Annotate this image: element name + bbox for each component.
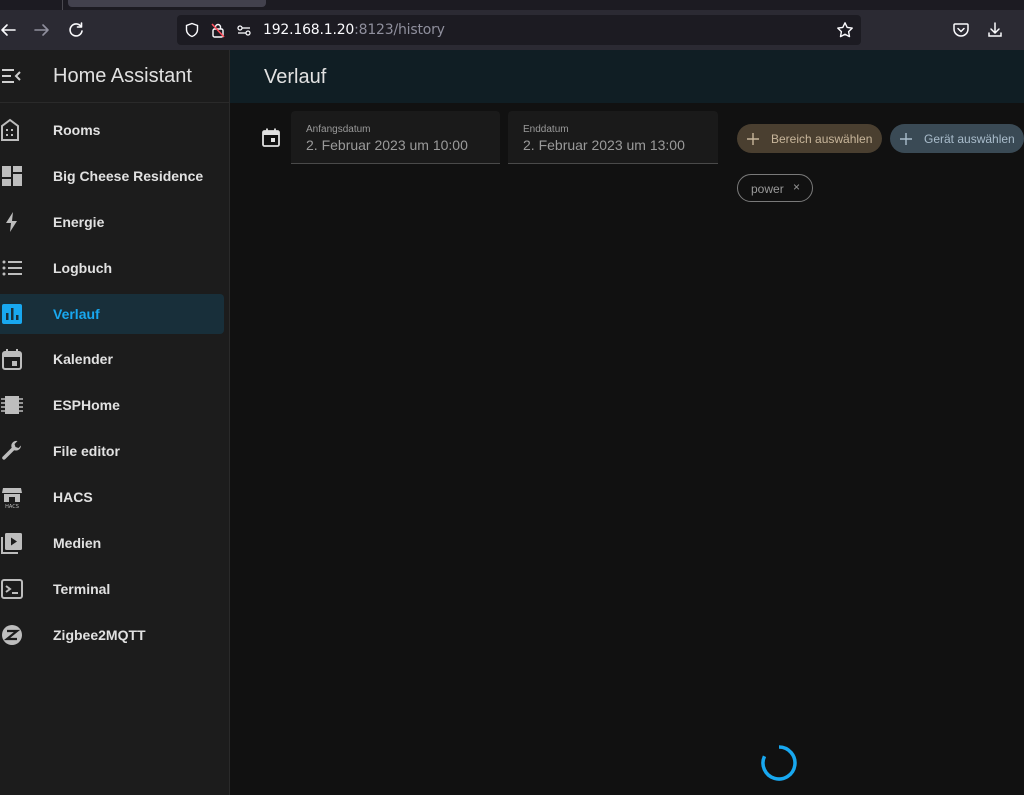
pocket-icon[interactable]	[949, 18, 973, 42]
sidebar-item-rooms[interactable]: Rooms	[0, 110, 224, 150]
sidebar-item-energie[interactable]: Energie	[0, 202, 224, 242]
end-date-field[interactable]: Enddatum 2. Februar 2023 um 13:00	[508, 111, 718, 164]
choose-area-button[interactable]: Bereich auswählen	[737, 124, 882, 153]
sidebar-item-label: Energie	[53, 214, 105, 230]
entity-chip-power[interactable]: power ×	[737, 174, 813, 202]
choose-area-label: Bereich auswählen	[771, 131, 873, 146]
loading-spinner-icon	[759, 743, 799, 783]
sidebar-item-label: Zigbee2MQTT	[53, 627, 146, 643]
chip-icon	[0, 393, 24, 417]
sidebar-item-hacs[interactable]: HACS HACS	[0, 477, 224, 517]
bookmark-star-icon[interactable]	[835, 20, 855, 40]
chip-label: power	[751, 182, 784, 196]
svg-text:HACS: HACS	[5, 504, 19, 509]
url-text[interactable]: 192.168.1.20:8123/history	[263, 22, 445, 38]
building-icon	[0, 118, 24, 142]
hacs-icon: HACS	[0, 485, 24, 510]
choose-device-label: Gerät auswählen	[924, 131, 1015, 146]
sidebar-item-label: HACS	[53, 489, 93, 505]
sidebar-item-esphome[interactable]: ESPHome	[0, 385, 224, 425]
sidebar-item-label: Logbuch	[53, 260, 113, 276]
download-icon[interactable]	[983, 18, 1007, 42]
sidebar-item-big-cheese-residence[interactable]: Big Cheese Residence	[0, 156, 224, 196]
sidebar-item-verlauf[interactable]: Verlauf	[0, 294, 224, 334]
forward-icon[interactable]	[30, 18, 54, 42]
sidebar-item-logbuch[interactable]: Logbuch	[0, 248, 224, 288]
sidebar-item-terminal[interactable]: Terminal	[0, 569, 224, 609]
page-header: Verlauf	[230, 50, 1024, 103]
sidebar-item-label: Terminal	[53, 581, 111, 597]
sidebar-item-label: Medien	[53, 535, 102, 551]
tab-separator	[62, 0, 63, 10]
choose-device-button[interactable]: Gerät auswählen	[890, 124, 1024, 153]
page-title: Verlauf	[264, 66, 327, 88]
sidebar-item-label: Big Cheese Residence	[53, 168, 204, 184]
sidebar: Home Assistant Rooms Big Cheese Residenc…	[0, 50, 230, 795]
url-path: :8123/history	[354, 22, 445, 38]
lightning-icon	[0, 210, 24, 234]
browser-tab[interactable]	[68, 0, 266, 7]
permissions-icon[interactable]	[234, 20, 254, 40]
back-icon[interactable]	[0, 18, 20, 42]
sidebar-item-label: Verlauf	[53, 306, 100, 322]
wrench-icon	[0, 439, 24, 463]
url-host: 192.168.1.20	[263, 22, 355, 38]
tab-strip	[0, 0, 1024, 10]
plus-icon	[747, 132, 759, 145]
tracking-lock-icon[interactable]	[208, 20, 228, 40]
zigbee-icon	[0, 623, 24, 647]
app-title: Home Assistant	[53, 65, 192, 87]
chart-icon	[0, 302, 24, 326]
end-date-value: 2. Februar 2023 um 13:00	[523, 137, 685, 153]
sidebar-item-label: Rooms	[53, 122, 101, 138]
end-date-label: Enddatum	[523, 124, 569, 135]
sidebar-header: Home Assistant	[0, 50, 229, 103]
browser-toolbar: 192.168.1.20:8123/history	[0, 10, 1024, 50]
start-date-field[interactable]: Anfangsdatum 2. Februar 2023 um 10:00	[291, 111, 500, 164]
calendar-icon	[0, 347, 24, 371]
close-icon[interactable]: ×	[793, 180, 800, 194]
dashboard-icon	[0, 164, 24, 188]
calendar-icon[interactable]	[261, 127, 281, 147]
media-icon	[0, 531, 24, 555]
terminal-icon	[0, 577, 24, 601]
sidebar-item-medien[interactable]: Medien	[0, 523, 224, 563]
sidebar-item-label: Kalender	[53, 351, 113, 367]
sidebar-item-label: ESPHome	[53, 397, 120, 413]
sidebar-item-label: File editor	[53, 443, 120, 459]
shield-icon[interactable]	[182, 20, 202, 40]
list-icon	[0, 256, 24, 280]
reload-icon[interactable]	[64, 18, 88, 42]
menu-collapse-icon[interactable]	[0, 64, 24, 88]
start-date-label: Anfangsdatum	[306, 124, 371, 135]
sidebar-item-file-editor[interactable]: File editor	[0, 431, 224, 471]
start-date-value: 2. Februar 2023 um 10:00	[306, 137, 468, 153]
url-bar[interactable]: 192.168.1.20:8123/history	[177, 15, 861, 45]
sidebar-item-zigbee2mqtt[interactable]: Zigbee2MQTT	[0, 615, 224, 655]
plus-icon	[900, 132, 912, 145]
sidebar-item-kalender[interactable]: Kalender	[0, 339, 224, 379]
